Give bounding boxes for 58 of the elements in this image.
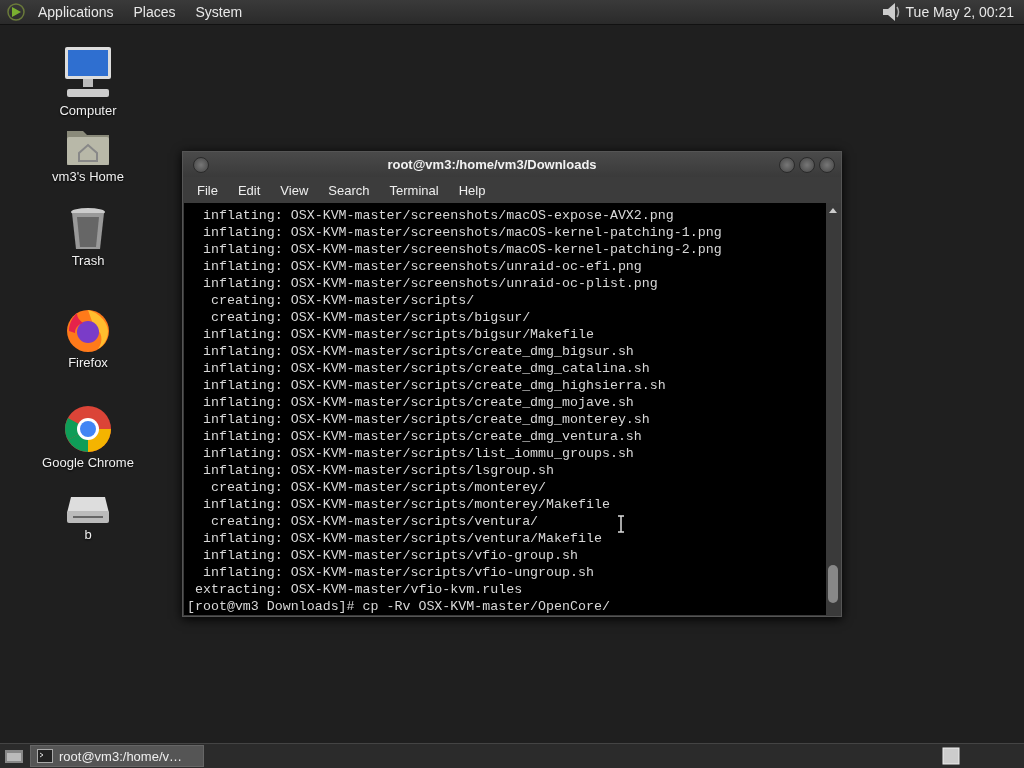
firefox-icon [65, 307, 111, 353]
desktop-icon-label[interactable]: Computer [59, 103, 117, 118]
terminal-line: inflating: OSX-KVM-master/scripts/create_dmg_bigsur.sh [201, 343, 634, 360]
terminal-line: [root@vm3 Downloads]# cp -Rv OSX-KVM-master/OpenCore/ [187, 598, 610, 615]
desktop-icon-label[interactable]: vm3's Home [52, 169, 124, 184]
terminal-line: inflating: OSX-KVM-master/scripts/lsgroup.sh [201, 462, 555, 479]
terminal-line: inflating: OSX-KVM-master/screenshots/unraid-oc-plist.png [201, 275, 658, 292]
terminal-line: inflating: OSX-KVM-master/scripts/create_dmg_monterey.sh [201, 411, 650, 428]
terminal-line: inflating: OSX-KVM-master/scripts/create_dmg_catalina.sh [201, 360, 650, 377]
chrome-icon [64, 405, 112, 453]
close-button[interactable] [819, 156, 835, 173]
terminal-line: creating: OSX-KVM-master/scripts/monterey/ [209, 479, 547, 496]
terminal-icon [37, 749, 53, 763]
trash-icon [69, 207, 107, 251]
show-desktop-icon[interactable] [4, 747, 24, 765]
terminal-line: inflating: OSX-KVM-master/screenshots/macOS-kernel-patching-1.png [201, 224, 722, 241]
terminal-line: creating: OSX-KVM-master/scripts/ventura/ [209, 513, 539, 530]
menu-item[interactable]: Edit [227, 182, 271, 198]
menu-item[interactable]: File [187, 182, 228, 198]
menu-item[interactable]: Help [448, 182, 496, 198]
scrollbar-thumb[interactable] [828, 565, 838, 603]
terminal-line: inflating: OSX-KVM-master/scripts/ventura/Makefile [201, 530, 602, 547]
terminal-line: inflating: OSX-KVM-master/scripts/vfio-ungroup.sh [201, 564, 594, 581]
drive-icon [65, 495, 111, 525]
terminal-line: inflating: OSX-KVM-master/screenshots/macOS-kernel-patching-2.png [201, 241, 722, 258]
terminal-line: creating: OSX-KVM-master/scripts/ [209, 292, 475, 309]
maximize-button[interactable] [799, 156, 815, 173]
menu-item[interactable]: View [270, 182, 319, 198]
terminal-line: inflating: OSX-KVM-master/scripts/bigsur/Makefile [201, 326, 594, 343]
minimize-button[interactable] [779, 156, 795, 173]
menu-item[interactable]: Terminal [379, 182, 449, 198]
terminal-line: inflating: OSX-KVM-master/scripts/create_dmg_mojave.sh [201, 394, 634, 411]
menu-item[interactable]: Search [318, 182, 380, 198]
terminal-line: extracting: OSX-KVM-master/vfio-kvm.rules [193, 581, 523, 598]
desktop-icon-label[interactable]: Trash [71, 253, 105, 268]
panel-menu[interactable]: Places [125, 4, 184, 20]
taskbar-task[interactable]: root@vm3:/home/v… [30, 745, 204, 767]
terminal-line: inflating: OSX-KVM-master/scripts/create_dmg_highsierra.sh [201, 377, 666, 394]
window-menu-button[interactable] [193, 156, 209, 173]
desktop-icon-label[interactable]: Firefox [68, 355, 108, 370]
terminal-line: creating: OSX-KVM-master/scripts/bigsur/ [209, 309, 531, 326]
workspace-switcher-icon[interactable] [942, 747, 960, 765]
desktop-icon-label[interactable]: Google Chrome [42, 455, 134, 470]
scroll-up-icon[interactable] [828, 206, 838, 216]
scrollbar[interactable] [826, 203, 840, 615]
window-title: root@vm3:/home/vm3/Downloads [386, 157, 598, 172]
terminal-line: inflating: OSX-KVM-master/scripts/monterey/Makefile [201, 496, 610, 513]
desktop-icon-label[interactable]: b [84, 527, 92, 542]
terminal-line: inflating: OSX-KVM-master/screenshots/unraid-oc-efi.png [201, 258, 642, 275]
terminal-line: inflating: OSX-KVM-master/screenshots/macOS-expose-AVX2.png [201, 207, 674, 224]
panel-menu[interactable]: System [187, 4, 251, 20]
terminal-line: inflating: OSX-KVM-master/scripts/create_dmg_ventura.sh [201, 428, 642, 445]
panel-menu[interactable]: Applications [30, 4, 122, 20]
terminal-line: inflating: OSX-KVM-master/scripts/vfio-group.sh [201, 547, 578, 564]
clock[interactable]: Tue May 2, 00:21 [905, 4, 1018, 20]
terminal-line: inflating: OSX-KVM-master/scripts/list_iommu_groups.sh [201, 445, 634, 462]
menu-logo-icon[interactable] [6, 2, 26, 22]
text-cursor-icon [617, 515, 625, 533]
